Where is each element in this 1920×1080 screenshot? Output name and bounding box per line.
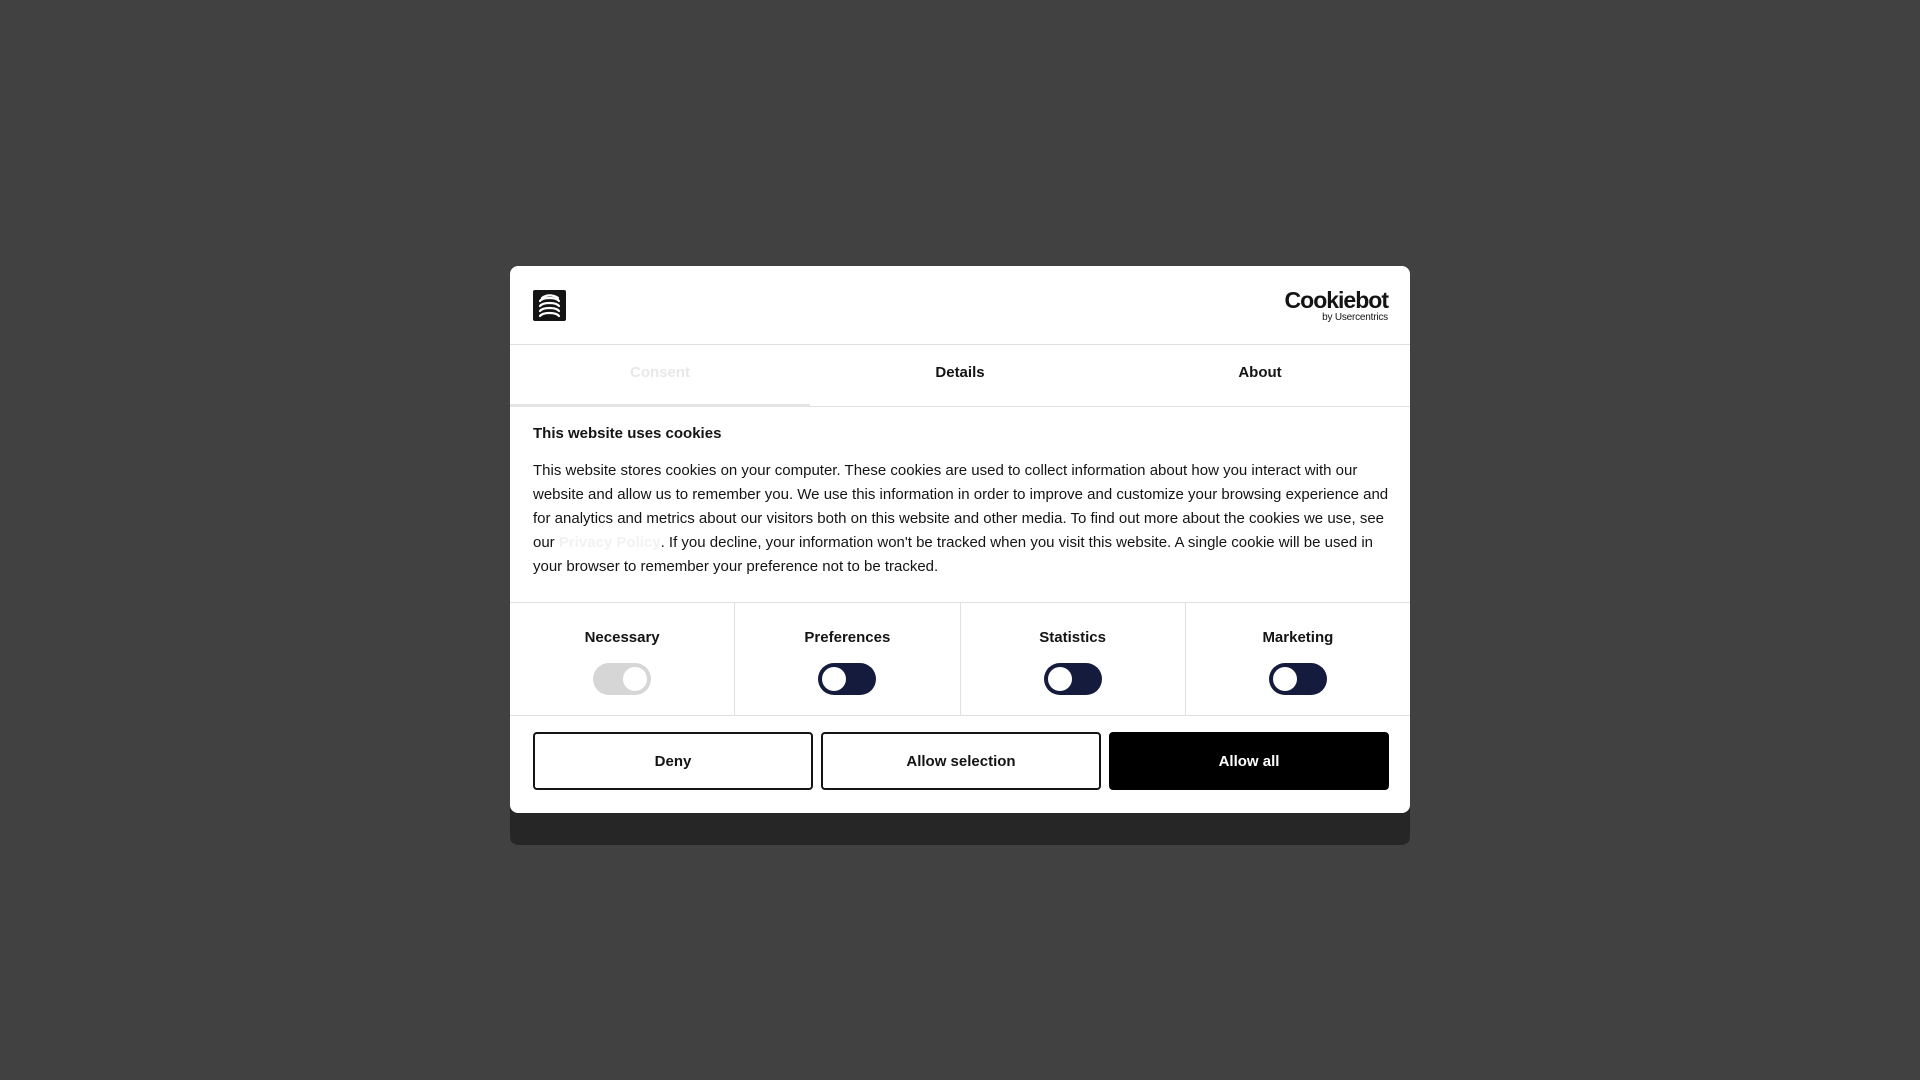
toggle-label-necessary: Necessary — [584, 629, 660, 646]
privacy-policy-link[interactable]: Privacy Policy — [559, 534, 661, 551]
toggle-switch-marketing[interactable] — [1268, 663, 1327, 695]
toggle-cell-necessary: Necessary — [510, 603, 736, 715]
toggle-knob — [1272, 667, 1297, 691]
toggle-label-marketing: Marketing — [1262, 629, 1334, 646]
site-logo-icon — [533, 290, 566, 321]
toggle-switch-preferences[interactable] — [818, 663, 877, 695]
toggle-switch-necessary — [593, 663, 652, 695]
cookiebot-logo-sub: by Usercentrics — [1322, 312, 1388, 323]
content-body: This website stores cookies on your comp… — [533, 459, 1389, 579]
toggle-label-statistics: Statistics — [1039, 629, 1106, 646]
consent-buttons: Deny Allow selection Allow all — [533, 732, 1389, 790]
toggle-cell-statistics: Statistics — [961, 603, 1186, 715]
dialog-header: Cookiebot by Usercentrics — [510, 266, 1410, 345]
tab-about[interactable]: About — [1110, 345, 1410, 406]
allow-all-button[interactable]: Allow all — [1109, 732, 1389, 790]
toggle-label-preferences: Preferences — [804, 629, 891, 646]
content-title: This website uses cookies — [533, 425, 722, 442]
toggle-knob — [623, 667, 648, 691]
allow-selection-button[interactable]: Allow selection — [821, 732, 1101, 790]
deny-button[interactable]: Deny — [533, 732, 813, 790]
tab-bar: Consent Details About — [510, 345, 1410, 407]
toggle-switch-statistics[interactable] — [1043, 663, 1102, 695]
cookie-consent-dialog: Cookiebot by Usercentrics Consent Detail… — [510, 266, 1410, 813]
toggle-knob — [822, 667, 847, 691]
tab-details[interactable]: Details — [810, 345, 1110, 406]
cookiebot-logo-word: Cookiebot — [1284, 287, 1389, 313]
cookie-category-toggles: Necessary Preferences Statistics Marketi… — [510, 602, 1410, 716]
tab-consent[interactable]: Consent — [510, 345, 810, 407]
consent-content: This website uses cookies This website s… — [533, 423, 1389, 579]
cookiebot-logo[interactable]: Cookiebot by Usercentrics — [1283, 287, 1389, 324]
toggle-cell-preferences: Preferences — [735, 603, 961, 715]
toggle-cell-marketing: Marketing — [1186, 603, 1410, 715]
toggle-knob — [1047, 667, 1072, 691]
